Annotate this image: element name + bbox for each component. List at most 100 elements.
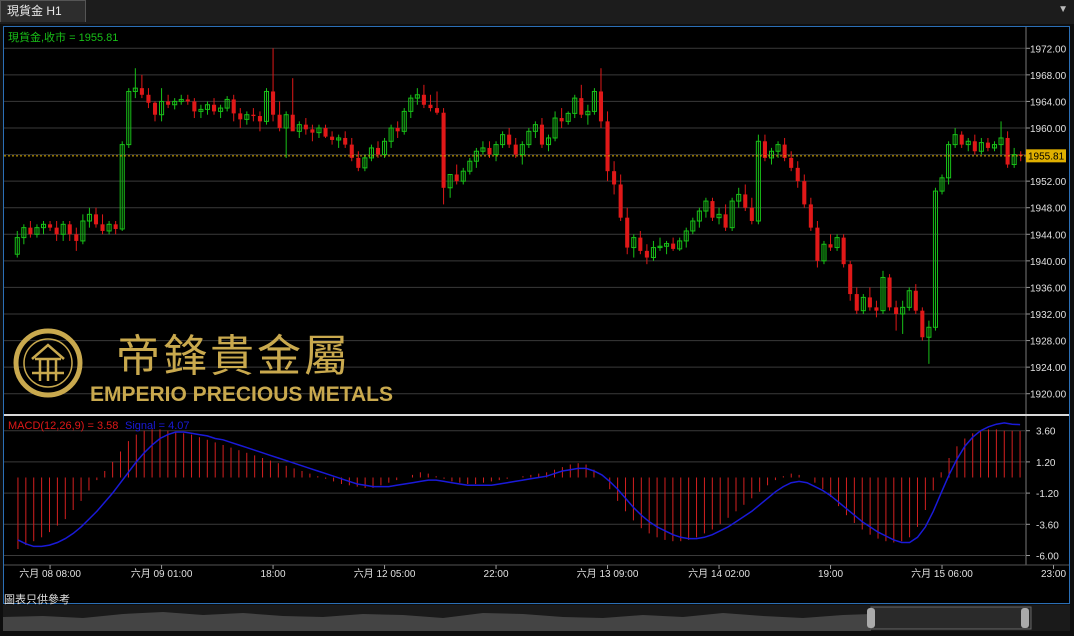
candle-body	[598, 91, 604, 122]
time-tick-label: 六月 12 05:00	[354, 568, 416, 580]
candle-body	[913, 290, 918, 311]
price-tick-label: 1968.00	[1030, 71, 1067, 82]
candle-body	[146, 94, 151, 103]
price-tick-label: 1948.00	[1030, 204, 1067, 215]
candle-body	[74, 234, 79, 241]
macd-tick-label: -6.00	[1036, 552, 1059, 563]
time-tick-label: 六月 08 08:00	[19, 568, 81, 580]
candle-body	[152, 102, 158, 115]
candle-body	[513, 144, 518, 155]
candle-body	[330, 136, 335, 140]
candle-body	[920, 310, 925, 338]
navigator-window[interactable]	[870, 606, 1032, 630]
time-tick-label: 六月 09 01:00	[131, 568, 193, 580]
candle-body	[310, 129, 315, 133]
candle-body	[192, 101, 197, 112]
candle-body	[343, 137, 348, 145]
candle-body	[67, 224, 72, 235]
time-tick-label: 19:00	[818, 569, 843, 580]
candle-body	[100, 224, 105, 231]
chart-canvas[interactable]: 帝鋒貴金屬 EMPERIO PRECIOUS METALS 1972.00 196…	[4, 27, 1069, 603]
price-axis: 1972.001968.001964.001960.001956.001952.…	[1025, 27, 1067, 565]
candle-body	[985, 142, 990, 148]
time-tick-label: 六月 15 06:00	[911, 568, 973, 580]
candle-body	[303, 124, 308, 130]
navigator-left-handle[interactable]	[867, 608, 875, 628]
candle-body	[802, 181, 807, 205]
candle-body	[743, 194, 748, 208]
window-titlebar: 現貨金 H1 ▼	[0, 0, 1074, 24]
candle-body	[441, 112, 446, 188]
candle-body	[251, 114, 256, 117]
candle-body	[185, 99, 190, 102]
candle-body	[605, 121, 610, 172]
candle-body	[671, 243, 676, 249]
candle-body	[559, 118, 564, 122]
price-tick-label: 1932.00	[1030, 310, 1067, 321]
candle-body	[421, 94, 426, 105]
price-tick-label: 1936.00	[1030, 283, 1067, 294]
navigator-right-handle[interactable]	[1021, 608, 1029, 628]
candle-body	[1005, 137, 1010, 165]
candlestick-series	[14, 48, 1023, 364]
candle-body	[113, 224, 118, 229]
candle-body	[854, 294, 859, 311]
candle-body	[231, 99, 236, 114]
signal-legend: Signal = 4.07	[125, 420, 190, 432]
candle-body	[539, 124, 544, 145]
candle-body	[894, 307, 899, 314]
price-tick-label: 1920.00	[1030, 390, 1067, 401]
macd-tick-label: 3.60	[1036, 427, 1056, 438]
time-tick-label: 22:00	[484, 569, 509, 580]
candle-body	[487, 147, 492, 155]
candle-body	[618, 184, 623, 218]
chart-frame: 帝鋒貴金屬 EMPERIO PRECIOUS METALS 1972.00 196…	[3, 26, 1070, 604]
navigator-scrollbar[interactable]	[3, 605, 1070, 631]
candle-body	[874, 307, 879, 311]
candle-body	[166, 101, 171, 105]
price-tick-label: 1924.00	[1030, 363, 1067, 374]
candle-body	[211, 104, 217, 112]
last-price-tag-text: 1955.81	[1028, 151, 1065, 162]
time-tick-label: 六月 14 02:00	[688, 568, 750, 580]
candle-body	[887, 277, 892, 308]
candle-body	[749, 207, 754, 221]
candle-body	[808, 204, 813, 228]
candle-body	[815, 227, 820, 261]
time-axis: 六月 08 08:00 六月 09 01:00 18:00 六月 12 05:00 22…	[19, 565, 1066, 580]
candle-body	[789, 157, 794, 168]
candle-body	[434, 108, 440, 113]
macd-tick-label: -3.60	[1036, 520, 1059, 531]
candle-body	[323, 128, 328, 137]
macd-histogram-series	[17, 429, 1021, 549]
candle-body	[710, 201, 715, 218]
logo-english-text: EMPERIO PRECIOUS METALS	[90, 383, 393, 406]
price-tick-label: 1964.00	[1030, 97, 1067, 108]
price-legend: 現貨金,收市 = 1955.81	[8, 30, 118, 44]
candle-body	[841, 237, 846, 265]
price-tick-label: 1944.00	[1030, 230, 1067, 241]
dropdown-arrow-icon[interactable]: ▼	[1058, 4, 1068, 15]
candle-body	[290, 114, 295, 132]
brand-logo: 帝鋒貴金屬 EMPERIO PRECIOUS METALS	[13, 328, 393, 406]
macd-tick-label: -1.20	[1036, 489, 1059, 500]
tab-spot-gold-h1[interactable]: 現貨金 H1	[0, 0, 86, 22]
candle-body	[723, 214, 728, 228]
tab-label: 現貨金 H1	[7, 4, 62, 18]
candle-body	[93, 214, 99, 225]
price-tick-label: 1960.00	[1030, 124, 1067, 135]
candle-body	[395, 128, 400, 132]
candle-body	[54, 227, 59, 235]
logo-chinese-text: 帝鋒貴金屬	[116, 332, 351, 381]
candle-body	[277, 114, 282, 128]
candle-body	[579, 98, 584, 115]
candle-body	[972, 141, 977, 152]
time-tick-label: 23:00	[1041, 569, 1066, 580]
candle-body	[428, 104, 433, 109]
candle-body	[375, 147, 381, 155]
candle-body	[48, 224, 53, 228]
candle-body	[848, 264, 853, 295]
time-tick-label: 六月 13 09:00	[577, 568, 639, 580]
macd-legend: MACD(12,26,9) = 3.58	[8, 420, 118, 432]
candle-body	[507, 134, 512, 145]
